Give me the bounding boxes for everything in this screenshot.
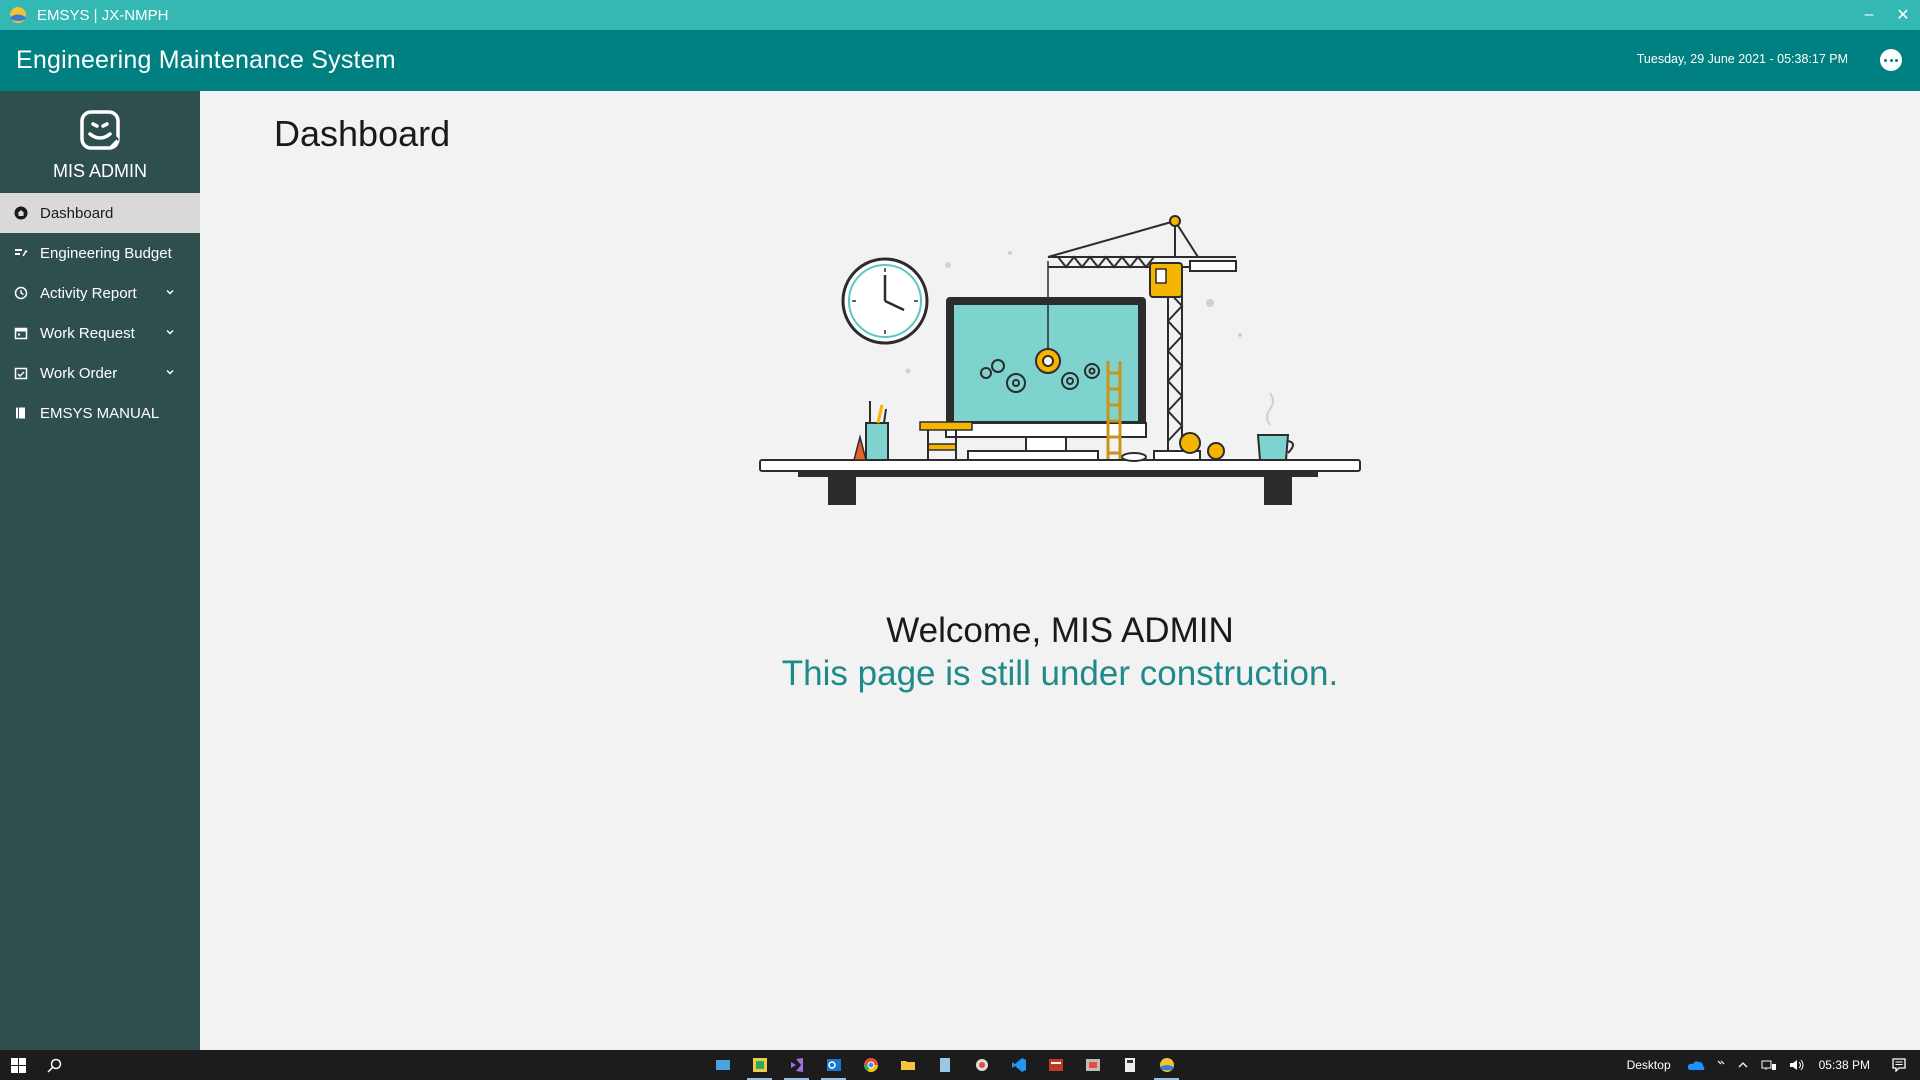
window-title: EMSYS | JX-NMPH bbox=[37, 6, 169, 24]
file-explorer-icon bbox=[900, 1061, 915, 1070]
sidebar-item-work-request[interactable]: Work Request bbox=[0, 313, 200, 353]
more-dot bbox=[1889, 58, 1893, 62]
app-header: Engineering Maintenance System Tuesday, … bbox=[0, 30, 1920, 91]
taskbar-app-2[interactable] bbox=[741, 1050, 778, 1080]
vscode-icon bbox=[1011, 1058, 1026, 1072]
app-11-icon bbox=[1085, 1059, 1100, 1071]
app-name: Engineering Maintenance System bbox=[16, 46, 396, 74]
calendar-icon bbox=[14, 326, 28, 340]
system-tray: Desktop 05:38 PM bbox=[1627, 1050, 1920, 1080]
sidebar-item-work-order[interactable]: Work Order bbox=[0, 353, 200, 393]
sidebar: MIS ADMIN Dashboard Engineering Budget A… bbox=[0, 91, 200, 1050]
more-dot bbox=[1894, 58, 1898, 62]
taskbar-apps bbox=[704, 1050, 1185, 1080]
sidebar-item-label: Dashboard bbox=[40, 204, 114, 222]
taskbar-app-8[interactable] bbox=[963, 1050, 1000, 1080]
window-titlebar: EMSYS | JX-NMPH – ✕ bbox=[0, 0, 1920, 30]
taskbar-outlook[interactable] bbox=[815, 1050, 852, 1080]
app-logo-icon bbox=[10, 7, 26, 23]
sidebar-item-activity-report[interactable]: Activity Report bbox=[0, 273, 200, 313]
outlook-icon bbox=[826, 1059, 841, 1071]
close-button[interactable]: ✕ bbox=[1886, 5, 1920, 25]
sidebar-item-label: Work Order bbox=[40, 364, 118, 382]
sidebar-item-label: Activity Report bbox=[40, 284, 137, 302]
visual-studio-icon bbox=[790, 1058, 803, 1072]
home-icon bbox=[14, 206, 28, 220]
app-1-icon bbox=[715, 1060, 730, 1070]
taskbar-notepad[interactable] bbox=[926, 1050, 963, 1080]
taskbar-app-1[interactable] bbox=[704, 1050, 741, 1080]
start-button[interactable] bbox=[0, 1050, 36, 1080]
network-icon[interactable] bbox=[1761, 1059, 1777, 1071]
taskbar-file-explorer[interactable] bbox=[889, 1050, 926, 1080]
username: MIS ADMIN bbox=[52, 161, 147, 181]
under-construction-illustration bbox=[759, 215, 1361, 505]
user-avatar-icon bbox=[80, 110, 120, 150]
desktop-toolbar-label[interactable]: Desktop bbox=[1627, 1058, 1671, 1072]
app-8-icon bbox=[975, 1059, 988, 1071]
app-10-icon bbox=[1048, 1059, 1063, 1071]
budget-icon bbox=[14, 246, 28, 260]
taskbar-app-11[interactable] bbox=[1074, 1050, 1111, 1080]
taskbar-chrome[interactable] bbox=[852, 1050, 889, 1080]
main-content: Dashboard Welcome, MIS ADMIN This page i… bbox=[200, 91, 1920, 1050]
welcome-message: Welcome, MIS ADMIN bbox=[886, 611, 1234, 650]
sidebar-item-label: Engineering Budget bbox=[40, 244, 172, 262]
chevron-down-icon[interactable] bbox=[164, 326, 176, 338]
windows-logo-icon bbox=[10, 1057, 26, 1073]
taskbar-clock[interactable]: 05:38 PM bbox=[1819, 1058, 1870, 1072]
taskbar-search-button[interactable] bbox=[36, 1050, 72, 1080]
notepad-icon bbox=[939, 1058, 950, 1072]
taskbar-visual-studio[interactable] bbox=[778, 1050, 815, 1080]
emsys-icon bbox=[1159, 1058, 1174, 1072]
checklist-icon bbox=[14, 366, 28, 380]
chevron-down-icon[interactable] bbox=[164, 366, 176, 378]
volume-icon[interactable] bbox=[1789, 1059, 1805, 1071]
taskbar-vscode[interactable] bbox=[1000, 1050, 1037, 1080]
chevron-right-double-icon[interactable] bbox=[1717, 1060, 1725, 1070]
windows-taskbar: Desktop 05:38 PM bbox=[0, 1050, 1920, 1080]
chevron-up-icon[interactable] bbox=[1737, 1060, 1749, 1070]
taskbar-emsys[interactable] bbox=[1148, 1050, 1185, 1080]
onedrive-icon[interactable] bbox=[1687, 1059, 1705, 1071]
calculator-icon bbox=[1124, 1058, 1135, 1072]
more-horizontal-icon bbox=[1884, 58, 1888, 62]
more-options-button[interactable] bbox=[1880, 49, 1902, 71]
taskbar-app-10[interactable] bbox=[1037, 1050, 1074, 1080]
sidebar-item-label: Work Request bbox=[40, 324, 135, 342]
chevron-down-icon[interactable] bbox=[164, 286, 176, 298]
sidebar-item-emsys-manual[interactable]: EMSYS MANUAL bbox=[0, 393, 200, 433]
user-profile: MIS ADMIN bbox=[0, 91, 200, 193]
app-2-icon bbox=[752, 1058, 767, 1072]
sidebar-item-label: EMSYS MANUAL bbox=[40, 404, 160, 422]
taskbar-calculator[interactable] bbox=[1111, 1050, 1148, 1080]
search-icon bbox=[46, 1058, 61, 1073]
page-title: Dashboard bbox=[274, 113, 451, 154]
book-icon bbox=[14, 406, 28, 420]
datetime-display: Tuesday, 29 June 2021 - 05:38:17 PM bbox=[1636, 52, 1848, 66]
construction-notice: This page is still under construction. bbox=[781, 654, 1339, 693]
sidebar-item-dashboard[interactable]: Dashboard bbox=[0, 193, 200, 233]
sidebar-item-engineering-budget[interactable]: Engineering Budget bbox=[0, 233, 200, 273]
chrome-icon bbox=[863, 1058, 878, 1072]
clock-icon bbox=[14, 286, 28, 300]
minimize-button[interactable]: – bbox=[1852, 6, 1886, 24]
notification-icon[interactable] bbox=[1892, 1058, 1906, 1072]
